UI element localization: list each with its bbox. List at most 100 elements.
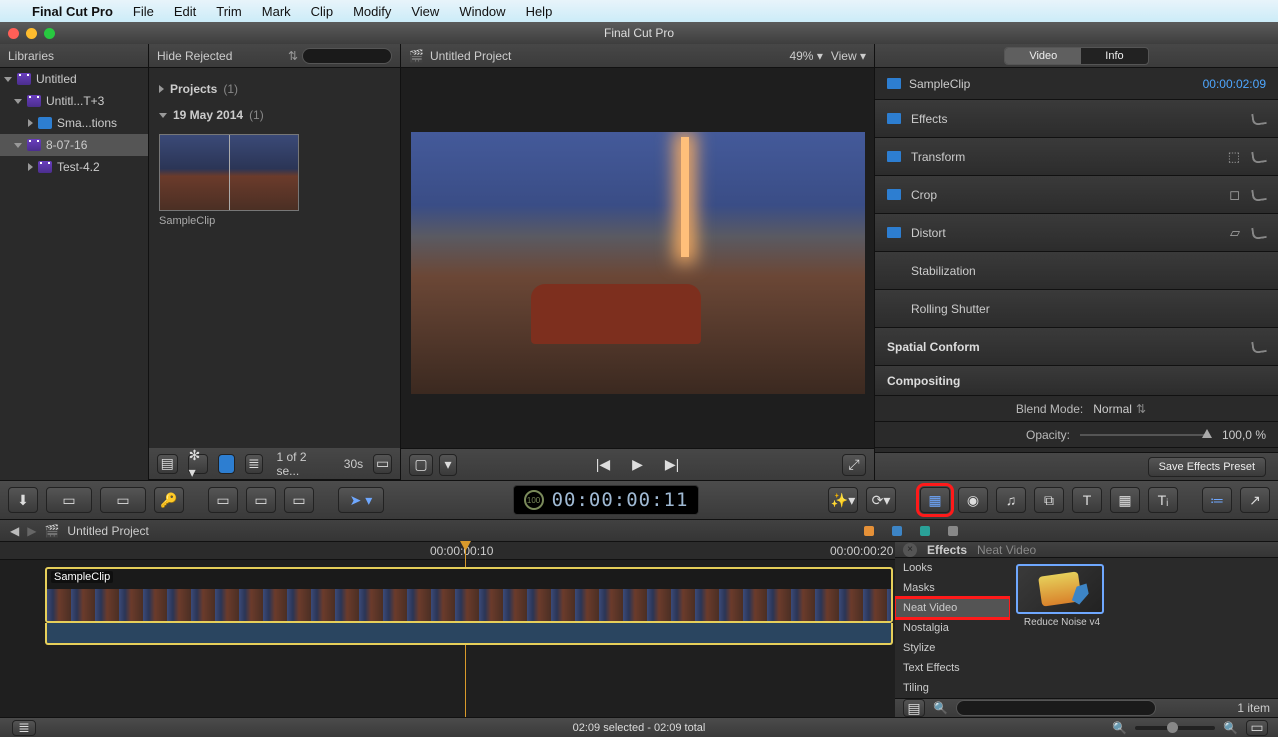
inspector-row-spatial-conform[interactable]: Spatial Conform — [875, 328, 1278, 366]
retime-button[interactable]: ▭ — [208, 487, 238, 513]
close-icon[interactable] — [8, 28, 19, 39]
timeline-ruler[interactable]: 00:00:00:10 00:00:00:20 — [0, 542, 895, 560]
effect-category[interactable]: Nostalgia — [895, 618, 1010, 638]
clip-filter-button[interactable]: ▭ — [284, 487, 314, 513]
themes-browser-button[interactable]: Tᵢ — [1148, 487, 1178, 513]
marker-icon[interactable] — [864, 526, 874, 536]
menu-trim[interactable]: Trim — [216, 4, 242, 19]
photos-browser-button[interactable]: ◉ — [958, 487, 988, 513]
import-button[interactable]: ⬇ — [8, 487, 38, 513]
library-item[interactable]: Untitled — [0, 68, 148, 90]
reset-icon[interactable] — [1251, 112, 1267, 126]
browser-group-projects[interactable]: Projects(1) — [159, 76, 390, 102]
hide-rejected-arrows-icon[interactable]: ⇅ — [288, 49, 298, 63]
menu-view[interactable]: View — [411, 4, 439, 19]
zoom-in-icon[interactable]: 🔍 — [1223, 721, 1238, 735]
menu-modify[interactable]: Modify — [353, 4, 391, 19]
crop-icon[interactable]: ◻ — [1229, 187, 1240, 203]
viewer-view-dropdown[interactable]: View ▾ — [831, 49, 866, 63]
reset-icon[interactable] — [1251, 188, 1267, 202]
library-item[interactable]: Test-4.2 — [0, 156, 148, 178]
effects-search-input[interactable] — [956, 700, 1156, 716]
library-item[interactable]: Sma...tions — [0, 112, 148, 134]
zoom-icon[interactable] — [44, 28, 55, 39]
zoom-slider[interactable] — [1135, 726, 1215, 730]
transitions-browser-button[interactable]: ⧉ — [1034, 487, 1064, 513]
tab-video[interactable]: Video — [1005, 48, 1081, 64]
library-item[interactable]: Untitl...T+3 — [0, 90, 148, 112]
app-name[interactable]: Final Cut Pro — [32, 4, 113, 19]
inspector-row-rolling-shutter[interactable]: Rolling Shutter — [875, 290, 1278, 328]
timeline-clip[interactable]: SampleClip — [45, 567, 893, 623]
next-edit-button[interactable]: ▶| — [665, 456, 679, 473]
bg-tasks-button[interactable]: ▭ — [100, 487, 146, 513]
timeline-history-back-icon[interactable]: ◀ — [10, 524, 19, 538]
tools-dropdown[interactable]: ➤ ▾ — [338, 487, 384, 513]
menu-mark[interactable]: Mark — [262, 4, 291, 19]
close-icon[interactable]: × — [903, 543, 917, 557]
menu-edit[interactable]: Edit — [174, 4, 196, 19]
clip-appearance-icon[interactable]: ▭ — [1246, 720, 1268, 736]
music-browser-button[interactable]: ♫ — [996, 487, 1026, 513]
transform-onscreen-icon[interactable]: ▢ — [409, 454, 433, 476]
generators-browser-button[interactable]: ▦ — [1110, 487, 1140, 513]
list-view-icon[interactable]: ≣ — [245, 454, 262, 474]
timeline-index-icon[interactable]: ≣ — [12, 720, 36, 736]
settings-icon[interactable]: ✻ ▾ — [188, 454, 209, 474]
menu-window[interactable]: Window — [459, 4, 505, 19]
timeline-panel[interactable]: 00:00:00:10 00:00:00:20 SampleClip — [0, 542, 895, 717]
marker-icon[interactable] — [920, 526, 930, 536]
save-effects-preset-button[interactable]: Save Effects Preset — [1148, 457, 1266, 477]
inspector-row-stabilization[interactable]: Stabilization — [875, 252, 1278, 290]
tab-info[interactable]: Info — [1081, 48, 1147, 64]
clip-view-icon[interactable] — [218, 454, 235, 474]
enhance-button[interactable]: 🔑 — [154, 487, 184, 513]
reset-icon[interactable] — [1251, 340, 1267, 354]
browser-search-input[interactable] — [302, 48, 392, 64]
hide-rejected-dropdown[interactable]: Hide Rejected — [157, 49, 232, 63]
keyword-button[interactable]: ▭ — [46, 487, 92, 513]
effect-category[interactable]: Text Effects — [895, 658, 1010, 678]
prev-edit-button[interactable]: |◀ — [596, 456, 610, 473]
effect-category[interactable]: Masks — [895, 578, 1010, 598]
browser-group-date[interactable]: 19 May 2014(1) — [159, 102, 390, 128]
viewer-canvas[interactable] — [411, 132, 865, 394]
effect-thumbnail[interactable]: Reduce Noise v4 — [1016, 564, 1108, 628]
timeline-history-fwd-icon[interactable]: ▶ — [27, 524, 36, 538]
effect-category-selected[interactable]: Neat Video — [895, 598, 1010, 618]
timeline-index-button[interactable]: ≔ — [1202, 487, 1232, 513]
magic-wand-icon[interactable]: ✨▾ — [828, 487, 858, 513]
opacity-slider-knob[interactable] — [1202, 429, 1212, 438]
inspector-row-distort[interactable]: Distort▱ — [875, 214, 1278, 252]
transform-menu-icon[interactable]: ▾ — [439, 454, 457, 476]
clip-thumbnail[interactable] — [159, 134, 299, 211]
minimize-icon[interactable] — [26, 28, 37, 39]
blend-mode-row[interactable]: Blend Mode:Normal⇅ — [875, 396, 1278, 422]
inspector-row-crop[interactable]: Crop◻ — [875, 176, 1278, 214]
menu-file[interactable]: File — [133, 4, 154, 19]
menu-help[interactable]: Help — [526, 4, 553, 19]
inspector-row-compositing[interactable]: Compositing — [875, 366, 1278, 396]
menu-clip[interactable]: Clip — [311, 4, 333, 19]
effect-category[interactable]: Stylize — [895, 638, 1010, 658]
effect-category[interactable]: Looks — [895, 558, 1010, 578]
transform-handles-icon[interactable]: ⬚ — [1228, 149, 1240, 165]
filmstrip-toggle-icon[interactable]: ▤ — [157, 454, 178, 474]
reset-icon[interactable] — [1251, 226, 1267, 240]
clip-appearance-button[interactable]: ▭ — [246, 487, 276, 513]
clip-appearance-icon[interactable]: ▭ — [373, 454, 392, 474]
zoom-out-icon[interactable]: 🔍 — [1112, 721, 1127, 735]
opacity-row[interactable]: Opacity:100,0 % — [875, 422, 1278, 448]
inspector-row-transform[interactable]: Transform⬚ — [875, 138, 1278, 176]
fullscreen-icon[interactable]: ⤢ — [842, 454, 866, 476]
library-item-selected[interactable]: 8-07-16 — [0, 134, 148, 156]
distort-icon[interactable]: ▱ — [1230, 225, 1240, 241]
timeline-clip-audio[interactable] — [45, 623, 893, 645]
share-button[interactable]: ↗ — [1240, 487, 1270, 513]
inspector-tabs[interactable]: Video Info — [1004, 47, 1148, 65]
effect-category[interactable]: Tiling — [895, 678, 1010, 698]
viewer-zoom-dropdown[interactable]: 49% ▾ — [789, 49, 822, 63]
retime-menu-icon[interactable]: ⟳▾ — [866, 487, 896, 513]
video-effects-browser-button[interactable]: ▦ — [920, 487, 950, 513]
marker-icon[interactable] — [948, 526, 958, 536]
